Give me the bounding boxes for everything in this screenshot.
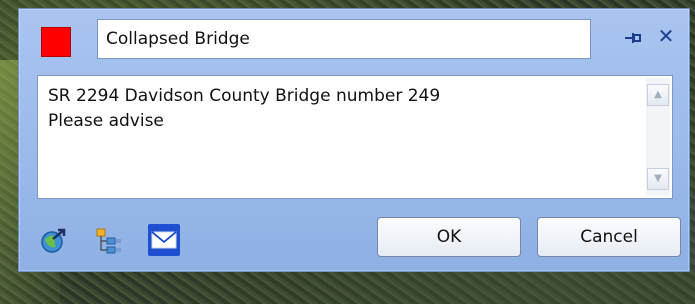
message-textarea[interactable]: SR 2294 Davidson County Bridge number 24… (37, 75, 673, 199)
hierarchy-tree-icon[interactable] (95, 227, 123, 255)
close-icon[interactable]: ✕ (655, 25, 677, 47)
cancel-button[interactable]: Cancel (537, 217, 681, 257)
pin-icon[interactable] (623, 29, 643, 47)
scroll-down-button[interactable]: ▼ (647, 168, 669, 190)
message-text: SR 2294 Davidson County Bridge number 24… (48, 84, 640, 134)
message-line: SR 2294 Davidson County Bridge number 24… (48, 86, 441, 106)
title-input[interactable]: Collapsed Bridge (97, 19, 591, 59)
scroll-up-button[interactable]: ▲ (647, 84, 669, 106)
message-line: Please advise (48, 111, 164, 131)
note-dialog: Collapsed Bridge ✕ SR 2294 Davidson Coun… (18, 8, 690, 272)
navigate-to-location-icon[interactable] (39, 227, 67, 255)
ok-button[interactable]: OK (377, 217, 521, 257)
vertical-scrollbar[interactable]: ▲ ▼ (646, 78, 670, 196)
email-icon[interactable] (147, 223, 181, 257)
color-swatch[interactable] (41, 27, 71, 57)
